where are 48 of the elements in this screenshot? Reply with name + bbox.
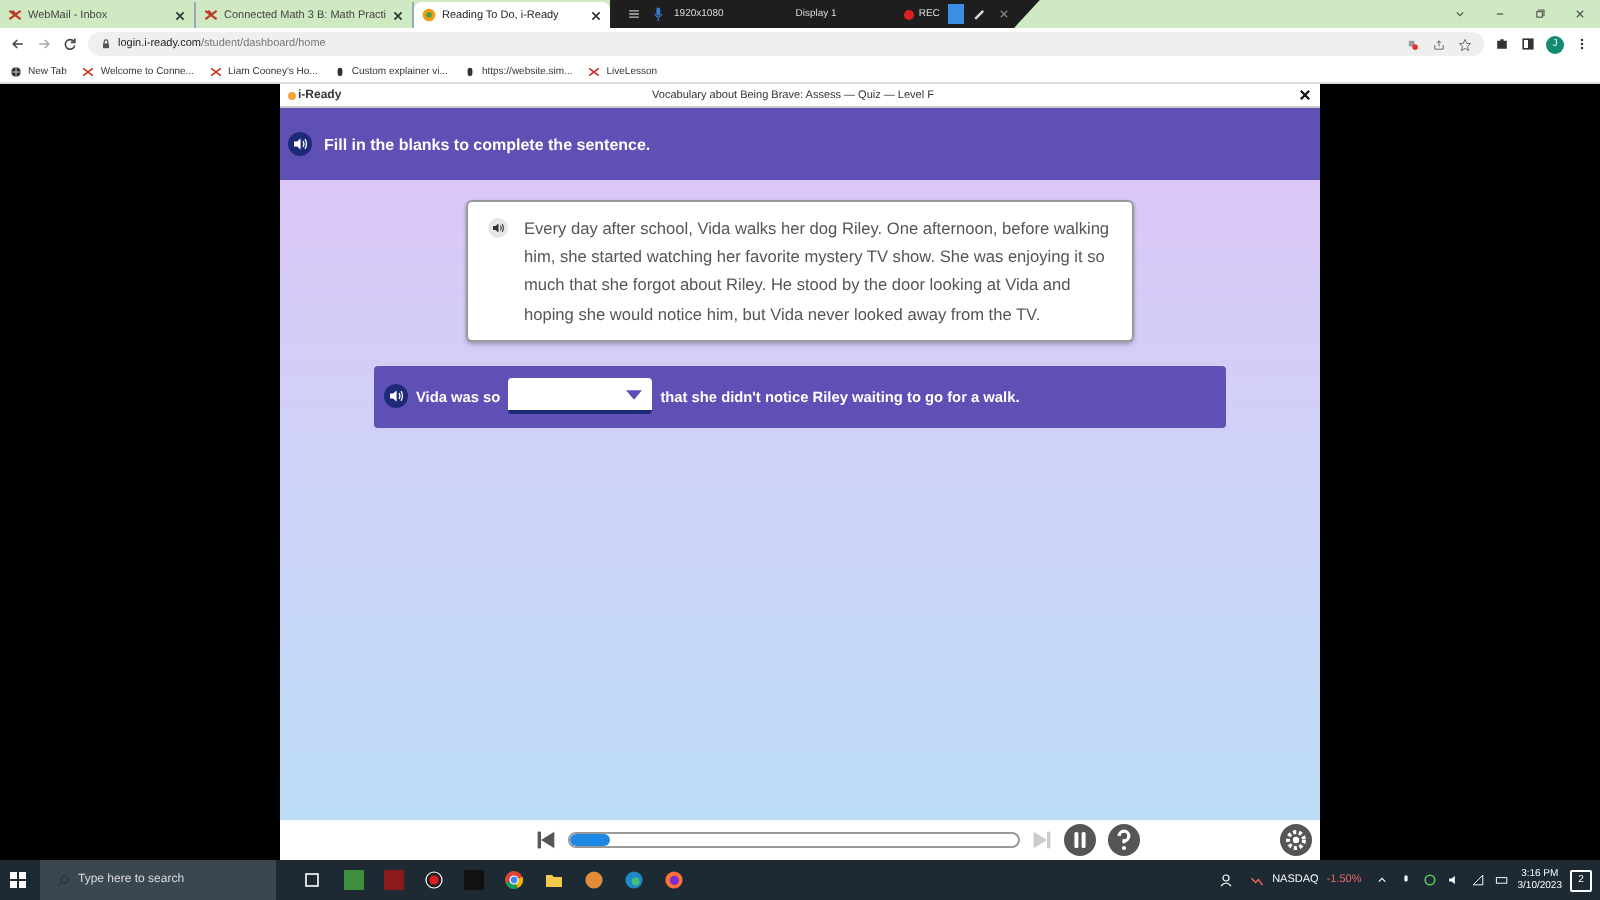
speaker-icon[interactable]: [384, 384, 408, 409]
screen-button[interactable]: [947, 4, 964, 24]
lock-icon: [100, 38, 112, 50]
search-icon: [56, 873, 70, 887]
close-icon[interactable]: [590, 9, 603, 21]
blocked-icon[interactable]: [1406, 37, 1420, 51]
share-icon[interactable]: [1432, 37, 1446, 51]
caret-icon: [626, 389, 643, 400]
battery-icon[interactable]: [1493, 872, 1510, 888]
x-logo-icon: [82, 65, 95, 77]
star-icon[interactable]: [1458, 37, 1472, 51]
chrome-icon[interactable]: [504, 870, 524, 890]
x-logo-icon: [8, 8, 22, 22]
skip-back-icon[interactable]: [536, 830, 556, 850]
close-icon[interactable]: [174, 9, 186, 21]
x-logo-icon: [204, 8, 218, 22]
flower-icon: [422, 8, 437, 22]
reload-icon[interactable]: [62, 36, 78, 52]
help-icon[interactable]: [1108, 824, 1140, 856]
status-icon[interactable]: [1421, 872, 1438, 888]
globe-icon: [10, 65, 22, 77]
firefox-icon[interactable]: [664, 870, 684, 890]
chart-icon: [1250, 873, 1265, 887]
instruction-text: Fill in the blanks to complete the sentence.: [324, 135, 651, 153]
app-icon[interactable]: [584, 870, 604, 890]
close-icon[interactable]: [392, 9, 405, 21]
pause-icon[interactable]: [1064, 824, 1096, 856]
edge-icon[interactable]: [624, 870, 644, 890]
passage-text: Every day after school, Vida walks her dog Riley. One afternoon, before walking him, she started watching her favorite mystery TV show. She was enjoying it so much that she forgot about Riley. He stood by the door looking at Vida and hoping she would notice him, but Vida never looked away from the TV.: [524, 216, 1112, 328]
network-icon[interactable]: [1469, 872, 1486, 888]
speaker-icon[interactable]: [488, 218, 508, 238]
back-arrow-icon[interactable]: [10, 36, 26, 52]
record-icon[interactable]: [424, 870, 444, 890]
close-icon[interactable]: [1298, 88, 1312, 102]
settings-icon[interactable]: [1280, 824, 1312, 856]
answer-dropdown[interactable]: [508, 378, 653, 415]
windows-start-icon[interactable]: [8, 870, 28, 890]
restore-icon[interactable]: [1532, 6, 1548, 22]
task-view-icon[interactable]: [304, 870, 324, 890]
x-logo-icon: [588, 65, 601, 77]
chevron-down-icon[interactable]: [1452, 6, 1468, 22]
x-logo-icon: [209, 65, 222, 77]
folder-icon[interactable]: [544, 870, 564, 890]
chevron-up-icon[interactable]: [1373, 872, 1390, 888]
pen-icon[interactable]: [971, 6, 988, 22]
menu-icon[interactable]: [626, 6, 643, 22]
speaker-icon[interactable]: [288, 132, 312, 156]
side-panel-icon[interactable]: [1520, 36, 1536, 52]
